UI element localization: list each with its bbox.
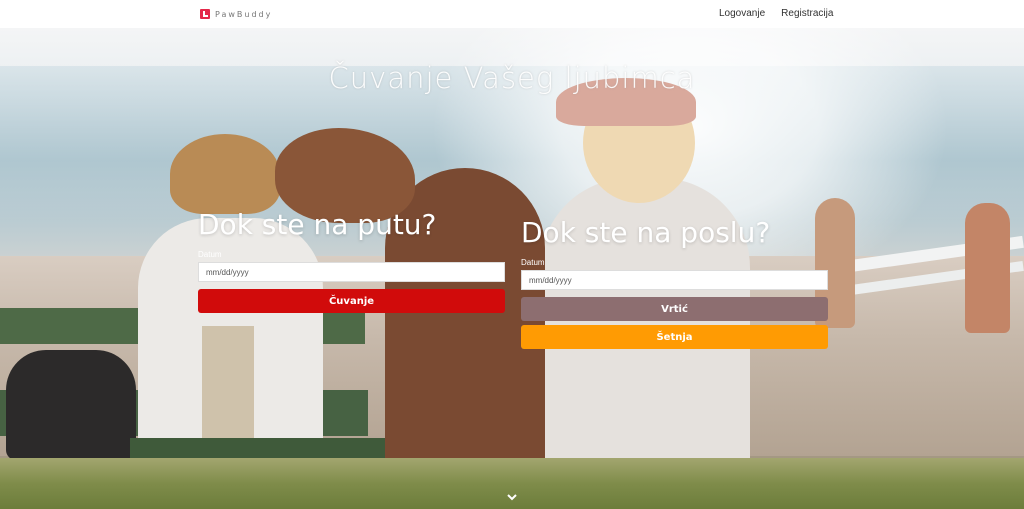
- travel-date-input[interactable]: [198, 262, 505, 282]
- vrtic-button[interactable]: Vrtić: [521, 297, 828, 321]
- work-panel: Dok ste na poslu? Datum Vrtić Šetnja: [521, 216, 828, 353]
- work-date-input[interactable]: [521, 270, 828, 290]
- pawbuddy-logo-icon: [200, 9, 210, 19]
- travel-date-label: Datum: [198, 250, 222, 259]
- work-date-label: Datum: [521, 258, 545, 267]
- brand-name: PawBuddy: [215, 9, 273, 19]
- nav-links: Logovanje Registracija: [719, 8, 833, 19]
- travel-heading: Dok ste na putu?: [198, 208, 437, 241]
- nav-link-registracija[interactable]: Registracija: [781, 8, 833, 19]
- brand-link[interactable]: PawBuddy: [200, 7, 272, 21]
- work-heading: Dok ste na poslu?: [521, 216, 771, 249]
- travel-panel: Dok ste na putu? Datum Čuvanje: [198, 208, 505, 317]
- hero-bag: [6, 350, 136, 460]
- hero-section: Čuvanje Vašeg ljubimca Dok ste na putu? …: [0, 28, 1024, 509]
- hero-title: Čuvanje Vašeg ljubimca: [328, 61, 696, 96]
- hero-background-person: [965, 203, 1010, 333]
- chevron-down-icon[interactable]: [505, 492, 519, 504]
- top-navbar: PawBuddy Logovanje Registracija: [0, 0, 1024, 28]
- nav-link-logovanje[interactable]: Logovanje: [719, 8, 765, 19]
- hero-person-left-hat: [170, 134, 280, 214]
- setnja-button[interactable]: Šetnja: [521, 325, 828, 349]
- cuvanje-button[interactable]: Čuvanje: [198, 289, 505, 313]
